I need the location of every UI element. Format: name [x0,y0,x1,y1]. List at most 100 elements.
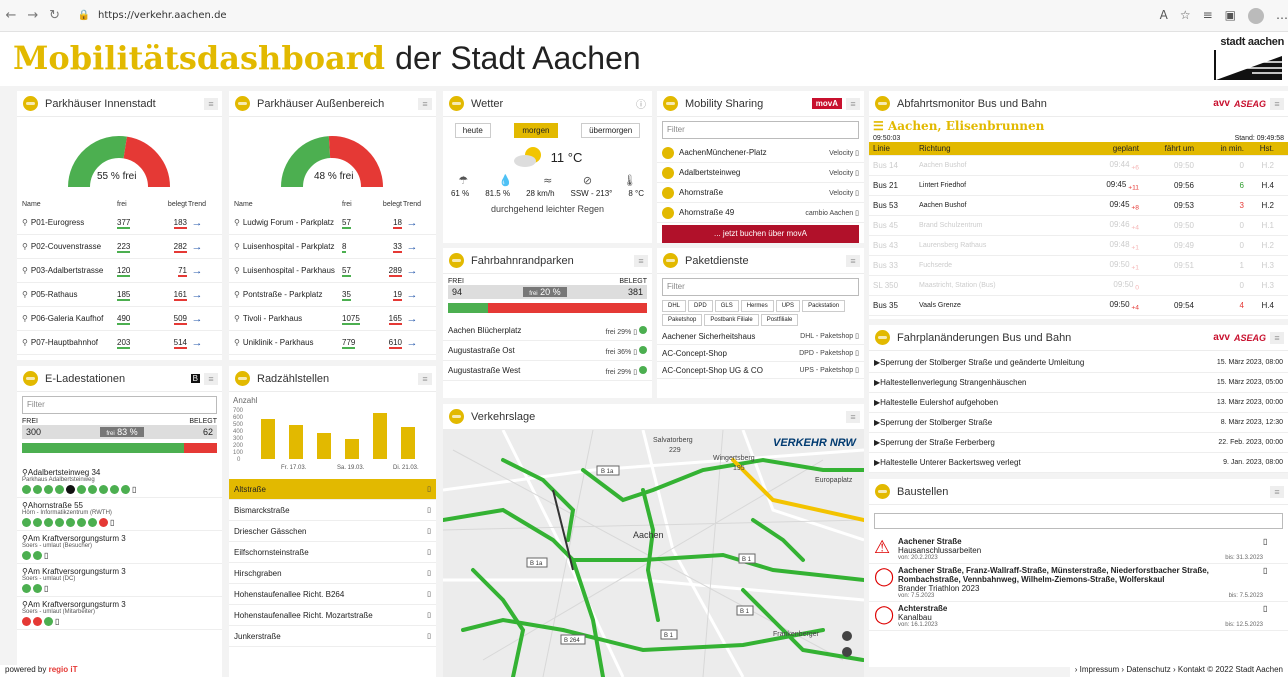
parcel-row[interactable]: AC-Concept-Shop UG & CO UPS - Paketshop ▯ [657,362,864,379]
map-icon[interactable]: ▯ [427,485,431,493]
filter-chip[interactable]: Packstation [802,300,846,312]
filter-chip[interactable]: Postfiliale [760,314,799,326]
menu-icon[interactable]: ≡ [846,97,860,110]
table-row[interactable]: ⚲Uniklinik - Parkplatz7261315→ [229,355,436,360]
menu-icon[interactable]: ≡ [1270,97,1284,110]
tab-morgen[interactable]: morgen [514,123,558,138]
menu-icon[interactable]: ≡ [204,372,218,385]
filter-input[interactable]: Filter [662,278,859,296]
table-row[interactable]: ⚲ P05-Rathaus 185 161 → [17,283,222,307]
table-row[interactable]: ⚲ P06-Galeria Kaufhof 490 509 → [17,307,222,331]
favorites-list-icon[interactable]: ≡ [1203,8,1213,24]
map-icon[interactable]: ▯ [427,506,431,514]
collections-icon[interactable]: ▣ [1225,8,1236,24]
departure-row[interactable]: Bus 43 Laurensberg Rathaus 09:48 +1 09:49 0 H… [869,236,1288,256]
more-icon[interactable]: … [1276,8,1288,24]
map-icon[interactable]: ▯ [132,485,136,494]
map-icon[interactable]: ▯ [427,527,431,535]
menu-icon[interactable]: ≡ [418,97,432,110]
charging-station[interactable]: ⚲Am Kraftversorgungsturm 3 Soers - umlaut… [17,597,222,630]
departure-row[interactable]: Bus 35 Vaals Grenze 09:50 +4 09:54 4 H.4 [869,296,1288,316]
map-icon[interactable]: ▯ [1263,566,1283,599]
filter-chip[interactable]: GLS [714,300,739,312]
map-icon[interactable]: ▯ [110,518,114,527]
departure-row[interactable]: Bus 14 Aachen Bushof 09:44 +6 09:50 0 H.2 [869,156,1288,176]
address-bar[interactable]: 🔒 https://verkehr.aachen.de [72,5,1144,27]
parcel-row[interactable]: AC-Concept-Shop DPD - Paketshop ▯ [657,345,864,362]
map-icon[interactable]: ▯ [1263,537,1283,561]
menu-icon[interactable]: ≡ [634,254,648,267]
table-row[interactable]: ⚲ P02-Couvenstrasse 223 282 → [17,235,222,259]
map-icon[interactable]: ▯ [427,548,431,556]
schedule-row[interactable]: ▶ Sperrung der Stolberger Straße und geä… [869,353,1288,373]
read-aloud-icon[interactable]: A [1160,8,1168,24]
counter-row[interactable]: Junkerstraße ▯ [229,626,436,647]
parking-row[interactable]: Augustastraße West frei 29% ▯ [443,361,652,381]
counter-row[interactable]: Bismarckstraße ▯ [229,500,436,521]
construction-row[interactable]: ◯ Aachener Straße, Franz-Wallraff-Straße,… [869,564,1288,602]
counter-row[interactable]: Hohenstaufenallee Richt. B264 ▯ [229,584,436,605]
departure-row[interactable]: Bus 33 Fuchserde 09:50 +1 09:51 1 H.3 [869,256,1288,276]
city-logo[interactable]: stadt aachen [1212,36,1284,86]
table-row[interactable]: ⚲P08-Adalbertsteinweg267336→ [17,355,222,360]
parking-row[interactable]: Augustastraße Ost frei 36% ▯ [443,341,652,361]
menu-icon[interactable]: ≡ [1270,331,1284,344]
table-row[interactable]: ⚲ Ludwig Forum - Parkplatz 57 18 → [229,211,436,235]
zoom-out-icon[interactable] [842,647,852,657]
counter-row[interactable]: Hohenstaufenallee Richt. Mozartstraße ▯ [229,605,436,626]
table-row[interactable]: ⚲ P01-Eurogress 377 183 → [17,211,222,235]
list-item[interactable]: Ahornstraße 49 cambio Aachen ▯ [657,203,864,223]
counter-row[interactable]: Driescher Gässchen ▯ [229,521,436,542]
table-row[interactable]: ⚲ P03-Adalbertstrasse 120 71 → [17,259,222,283]
filter-chip[interactable]: Paketshop [662,314,703,326]
departure-row[interactable]: Bus 45 Brand Schulzentrum 09:46 +4 09:50 0 H.… [869,216,1288,236]
charging-station[interactable]: ⚲Am Kraftversorgungsturm 3 Soers - umlaut… [17,531,222,564]
departure-row[interactable]: Bus 21 Lintert Friedhof 09:45 +11 09:56 6 H.4 [869,176,1288,196]
menu-icon[interactable]: ≡ [418,372,432,385]
info-icon[interactable]: ⓘ [636,96,646,111]
forward-icon[interactable]: → [22,8,44,23]
map-icon[interactable]: ▯ [427,632,431,640]
charging-station[interactable]: ⚲Am Kraftversorgungsturm 3 Soers - umlaut… [17,564,222,597]
counter-row[interactable]: Hirschgraben ▯ [229,563,436,584]
traffic-map[interactable]: VERKEHR NRW Salvatorberg 229 Wingertsberg 1… [443,429,864,677]
favorite-icon[interactable]: ☆ [1180,8,1191,24]
map-icon[interactable]: ▯ [427,611,431,619]
menu-icon[interactable]: ≡ [846,410,860,423]
departure-row[interactable]: Bus 53 Aachen Bushof 09:45 +8 09:53 3 H.2 [869,196,1288,216]
counter-row[interactable]: Eilfschornsteinstraße ▯ [229,542,436,563]
map-icon[interactable]: ▯ [55,617,59,626]
filter-input[interactable]: Filter [662,121,859,139]
list-item[interactable]: Adalbertsteinweg Velocity ▯ [657,163,864,183]
charging-station[interactable]: ⚲Adalbertsteinweg 34 Parkhaus Adalbertste… [17,465,222,498]
tab-uebermorgen[interactable]: übermorgen [581,123,641,138]
construction-row[interactable]: ◯ Achterstraße Kanalbau von: 16.1.2023 bis: … [869,602,1288,631]
table-row[interactable]: ⚲ Luisenhospital - Parkplatz 8 33 → [229,235,436,259]
schedule-row[interactable]: ▶ Haltestellenverlegung Strangenhäuschen… [869,373,1288,393]
book-button[interactable]: ... jetzt buchen über movA [662,225,859,243]
regio-logo[interactable]: regio iT [49,665,78,674]
menu-icon[interactable]: ≡ [846,254,860,267]
menu-icon[interactable]: ≡ [204,97,218,110]
filter-input[interactable]: Filter [22,396,217,414]
list-item[interactable]: Ahornstraße Velocity ▯ [657,183,864,203]
parking-row[interactable]: Aachen Blücherplatz frei 29% ▯ [443,321,652,341]
counter-row[interactable]: Altstraße ▯ [229,479,436,500]
back-icon[interactable]: ← [0,8,22,23]
table-row[interactable]: ⚲ Uniklinik - Parkhaus 779 610 → [229,331,436,355]
filter-chip[interactable]: DHL [662,300,687,312]
profile-icon[interactable] [1248,7,1265,24]
map-icon[interactable]: ▯ [1263,604,1283,628]
table-row[interactable]: ⚲ Pontstraße - Parkplatz 35 19 → [229,283,436,307]
menu-icon[interactable]: ≡ [1270,485,1284,498]
filter-chip[interactable]: DPD [688,300,713,312]
impressum-link[interactable]: Impressum [1080,665,1120,674]
charging-station[interactable]: ⚲Ahornstraße 55 Hörn - Informatikzentrum … [17,498,222,531]
table-row[interactable]: ⚲ P07-Hauptbahnhof 203 514 → [17,331,222,355]
reload-icon[interactable]: ↻ [44,8,66,23]
departure-row[interactable]: SL 350 Maastricht, Station (Bus) 09:50 00H… [869,276,1288,296]
list-item[interactable]: AachenMünchener-Platz Velocity ▯ [657,143,864,163]
filter-chip[interactable]: Hermes [740,300,774,312]
filter-chip[interactable]: UPS [775,300,801,312]
map-icon[interactable]: ▯ [44,584,48,593]
